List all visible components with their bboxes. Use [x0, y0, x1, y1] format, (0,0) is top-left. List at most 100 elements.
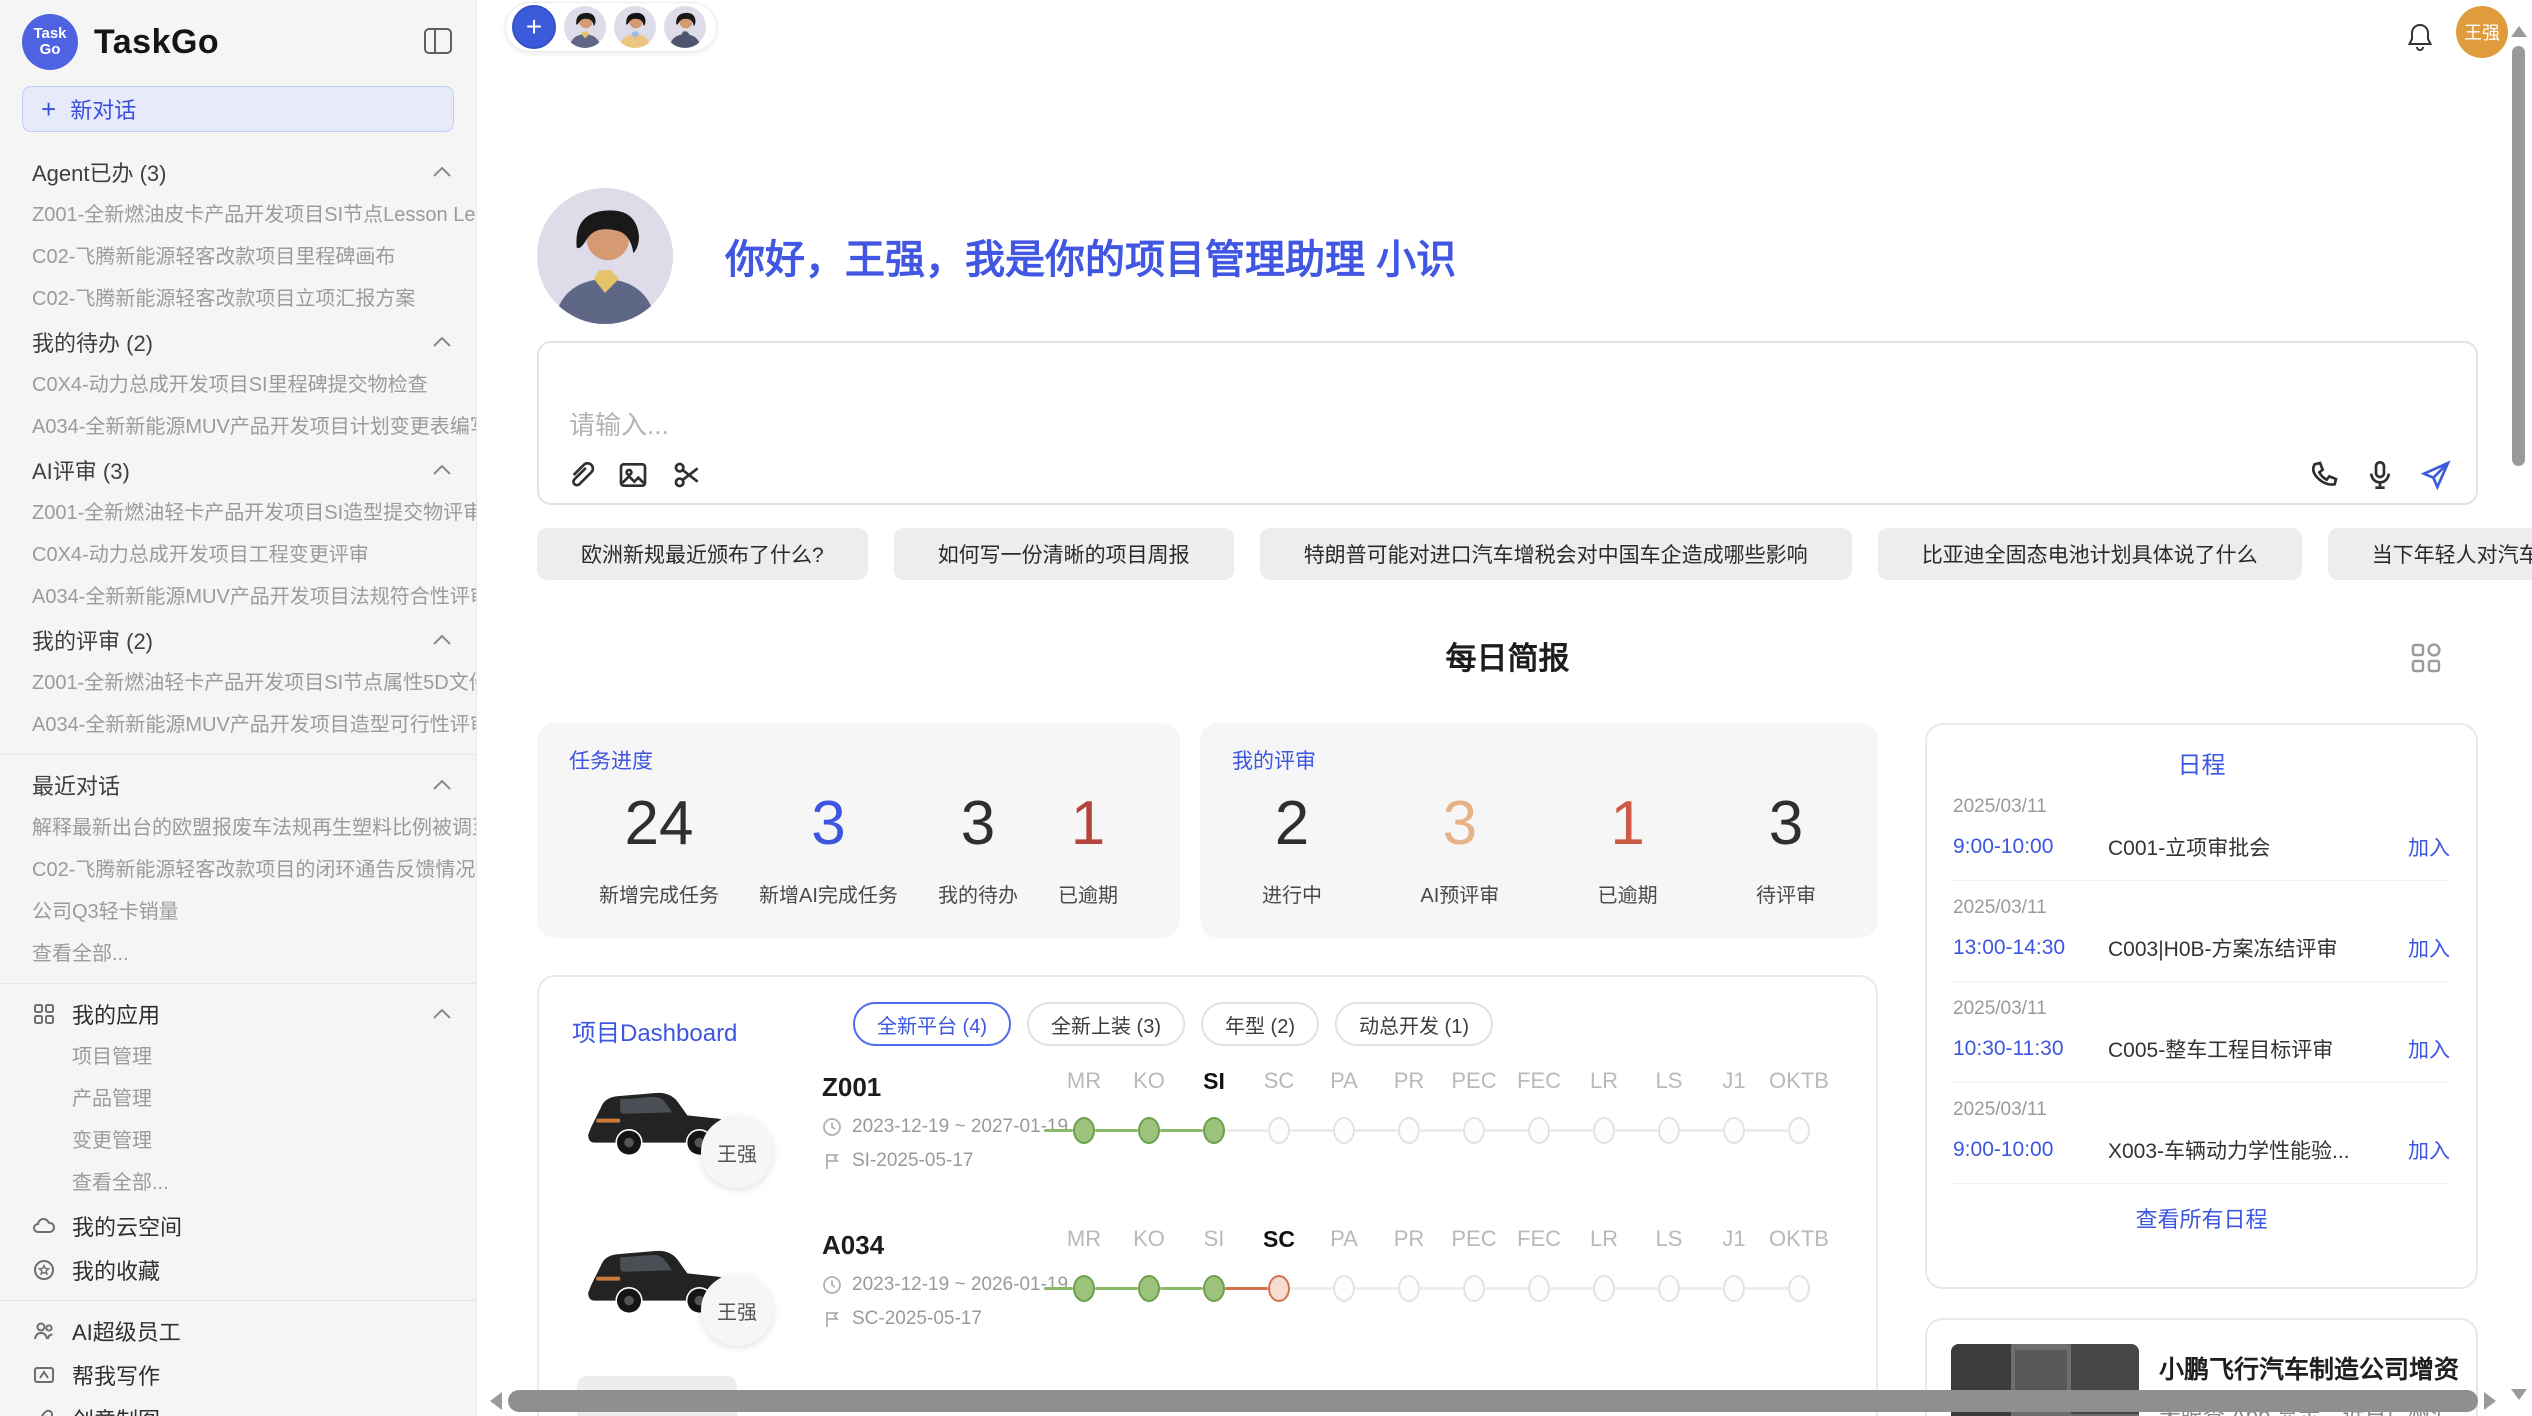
milestone-label: MR	[1067, 1068, 1101, 1094]
app-item-project-mgmt[interactable]: 项目管理	[0, 1036, 476, 1078]
tab-model-year[interactable]: 年型 (2)	[1201, 1002, 1319, 1046]
join-meeting-link[interactable]: 加入	[2408, 1135, 2450, 1165]
project-row[interactable]: 王强 Z001 2023-12-19 ~ 2027-01-19 SI-2025-…	[539, 1062, 1876, 1212]
chevron-up-icon[interactable]	[432, 1008, 452, 1020]
recent-chat-item[interactable]: 公司Q3轻卡销量	[0, 891, 476, 933]
join-meeting-link[interactable]: 加入	[2408, 832, 2450, 862]
agent-switcher: +	[505, 2, 717, 52]
section-header-agent-done[interactable]: Agent已办 (3)	[0, 150, 476, 194]
chat-input[interactable]: 请输入...	[537, 341, 2478, 505]
scroll-left-arrow[interactable]	[490, 1392, 502, 1410]
join-meeting-link[interactable]: 加入	[2408, 1034, 2450, 1064]
tab-powertrain[interactable]: 动总开发 (1)	[1335, 1002, 1493, 1046]
user-avatar[interactable]: 王强	[2456, 6, 2508, 58]
apps-view-all[interactable]: 查看全部...	[0, 1162, 476, 1204]
owner-badge: 王强	[701, 1116, 773, 1188]
sidebar-item[interactable]: A034-全新新能源MUV产品开发项目造型可行性评审	[0, 704, 476, 746]
suggestion-chip[interactable]: 如何写一份清晰的项目周报	[894, 528, 1234, 580]
stat-overdue: 1 已逾期	[1058, 785, 1118, 908]
sidebar-item[interactable]: C0X4-动力总成开发项目工程变更评审	[0, 534, 476, 576]
sidebar-item-my-favorites[interactable]: 我的收藏	[0, 1248, 476, 1292]
notification-bell-icon[interactable]	[2406, 22, 2434, 52]
chevron-up-icon[interactable]	[432, 336, 452, 348]
new-chat-label: 新对话	[70, 93, 136, 125]
cloud-icon	[32, 1214, 56, 1238]
sidebar-item-my-apps[interactable]: 我的应用	[0, 992, 476, 1036]
recent-chats-view-all[interactable]: 查看全部...	[0, 933, 476, 975]
recent-chat-item[interactable]: 解释最新出台的欧盟报废车法规再生塑料比例被调至15%...	[0, 807, 476, 849]
view-all-schedule-link[interactable]: 查看所有日程	[1927, 1202, 2476, 1234]
sidebar-item[interactable]: A034-全新新能源MUV产品开发项目法规符合性评审	[0, 576, 476, 618]
sidebar-item[interactable]: Z001-全新燃油皮卡产品开发项目SI节点Lesson Learn报告	[0, 194, 476, 236]
agent-avatar-1[interactable]	[564, 6, 606, 48]
chevron-up-icon[interactable]	[432, 779, 452, 791]
chevron-up-icon[interactable]	[432, 166, 452, 178]
stat-ai-done: 3 新增AI完成任务	[759, 785, 898, 908]
project-dates: 2023-12-19 ~ 2027-01-19	[852, 1116, 1068, 1138]
section-header-my-review[interactable]: 我的评审 (2)	[0, 618, 476, 662]
scroll-up-arrow[interactable]	[2511, 26, 2527, 37]
milestone-label: SI	[1204, 1226, 1225, 1252]
milestone-dot	[1658, 1275, 1680, 1302]
nav-label: AI超级员工	[72, 1315, 181, 1347]
app-item-change-mgmt[interactable]: 变更管理	[0, 1120, 476, 1162]
sidebar-item[interactable]: A034-全新新能源MUV产品开发项目计划变更表编写	[0, 406, 476, 448]
suggestion-chip[interactable]: 特朗普可能对进口汽车增税会对中国车企造成哪些影响	[1260, 528, 1852, 580]
sidebar-item-ai-super-staff[interactable]: AI超级员工	[0, 1309, 476, 1353]
section-title: 我的评审 (2)	[32, 624, 153, 656]
scissors-icon[interactable]	[671, 459, 703, 491]
section-header-ai-review[interactable]: AI评审 (3)	[0, 448, 476, 492]
sidebar-collapse-icon[interactable]	[424, 28, 452, 54]
add-agent-button[interactable]: +	[512, 5, 556, 49]
sidebar-item[interactable]: Z001-全新燃油轻卡产品开发项目SI节点属性5D文件评审	[0, 662, 476, 704]
milestone-dot	[1203, 1275, 1225, 1302]
suggestion-chips: 欧洲新规最近颁布了什么? 如何写一份清晰的项目周报 特朗普可能对进口汽车增税会对…	[537, 528, 2478, 580]
attachment-icon[interactable]	[563, 459, 595, 491]
send-icon[interactable]	[2420, 459, 2452, 491]
milestone-dot	[1398, 1275, 1420, 1302]
tab-new-body[interactable]: 全新上装 (3)	[1027, 1002, 1185, 1046]
milestone-dot	[1788, 1117, 1810, 1144]
sidebar-item[interactable]: C02-飞腾新能源轻客改款项目里程碑画布	[0, 236, 476, 278]
horizontal-scrollbar-thumb[interactable]	[508, 1390, 2478, 1412]
sidebar-item[interactable]: C02-飞腾新能源轻客改款项目立项汇报方案	[0, 278, 476, 320]
stat-ai-prereview: 3 AI预评审	[1420, 785, 1499, 908]
milestone-label: OKTB	[1769, 1068, 1829, 1094]
image-icon[interactable]	[617, 459, 649, 491]
layout-apps-icon[interactable]	[2408, 640, 2444, 676]
phone-icon[interactable]	[2308, 459, 2340, 491]
apps-grid-icon	[32, 1002, 56, 1026]
dashboard-tabs: 全新平台 (4) 全新上装 (3) 年型 (2) 动总开发 (1)	[853, 1002, 1493, 1046]
new-chat-button[interactable]: + 新对话	[22, 86, 454, 132]
milestone-dot	[1398, 1117, 1420, 1144]
section-header-recent-chats[interactable]: 最近对话	[0, 763, 476, 807]
chevron-up-icon[interactable]	[432, 464, 452, 476]
vertical-scrollbar[interactable]	[2510, 26, 2528, 1410]
sidebar-item-creative-drawing[interactable]: 创意制图	[0, 1397, 476, 1416]
recent-chat-item[interactable]: C02-飞腾新能源轻客改款项目的闭环通告反馈情况	[0, 849, 476, 891]
team-icon	[32, 1319, 56, 1343]
agent-avatar-2[interactable]	[614, 6, 656, 48]
project-row[interactable]: 王强 A034 2023-12-19 ~ 2026-01-19 SC-2025-…	[539, 1220, 1876, 1370]
milestone-dot	[1463, 1275, 1485, 1302]
vertical-scrollbar-thumb[interactable]	[2512, 46, 2525, 466]
project-code: Z001	[822, 1072, 881, 1103]
app-item-product-mgmt[interactable]: 产品管理	[0, 1078, 476, 1120]
scroll-down-arrow[interactable]	[2511, 1389, 2527, 1400]
sidebar-item[interactable]: Z001-全新燃油轻卡产品开发项目SI造型提交物评审	[0, 492, 476, 534]
sidebar-item-my-cloud[interactable]: 我的云空间	[0, 1204, 476, 1248]
microphone-icon[interactable]	[2364, 459, 2396, 491]
suggestion-chip[interactable]: 欧洲新规最近颁布了什么?	[537, 528, 868, 580]
tab-new-platform[interactable]: 全新平台 (4)	[853, 1002, 1011, 1046]
sidebar-item[interactable]: C0X4-动力总成开发项目SI里程碑提交物检查	[0, 364, 476, 406]
suggestion-chip[interactable]: 比亚迪全固态电池计划具体说了什么	[1878, 528, 2302, 580]
suggestion-chip[interactable]: 当下年轻人对汽车外观有怎样的喜好趋势	[2328, 528, 2532, 580]
scroll-right-arrow[interactable]	[2484, 1392, 2496, 1410]
join-meeting-link[interactable]: 加入	[2408, 933, 2450, 963]
agent-avatar-3[interactable]	[664, 6, 706, 48]
stat-overdue: 1 已逾期	[1598, 785, 1658, 908]
sidebar-item-help-me-write[interactable]: 帮我写作	[0, 1353, 476, 1397]
chevron-up-icon[interactable]	[432, 634, 452, 646]
horizontal-scrollbar[interactable]	[490, 1388, 2496, 1414]
section-header-my-todo[interactable]: 我的待办 (2)	[0, 320, 476, 364]
